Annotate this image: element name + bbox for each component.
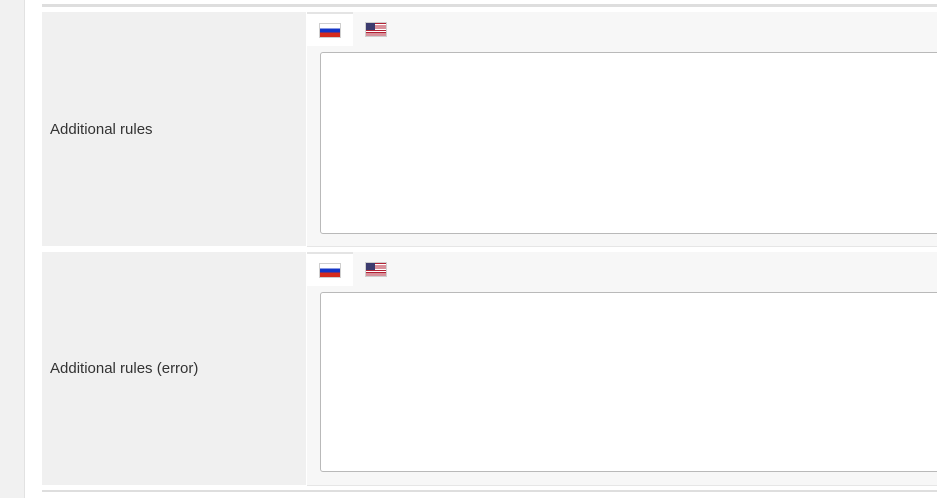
additional-rules-label: Additional rules: [42, 12, 306, 246]
additional-rules-editor[interactable]: [320, 52, 937, 234]
russia-flag-icon: [319, 22, 341, 38]
additional-rules-row: Additional rules: [42, 12, 937, 247]
bottom-divider: [42, 490, 937, 492]
russia-flag-icon: [319, 262, 341, 278]
additional-rules-error-field: [307, 252, 937, 486]
usa-flag-icon: [365, 261, 387, 277]
additional-rules-error-label: Additional rules (error): [42, 252, 306, 485]
tab-russian[interactable]: [307, 252, 353, 286]
additional-rules-error-editor[interactable]: [320, 292, 937, 472]
left-sidebar-gutter: [0, 0, 25, 498]
settings-panel: Additional rules Additional rules (error…: [42, 0, 937, 498]
tab-russian[interactable]: [307, 12, 353, 46]
language-tabs: [307, 252, 937, 286]
top-divider: [42, 4, 937, 7]
tab-english[interactable]: [353, 12, 399, 46]
additional-rules-field: [307, 12, 937, 247]
language-tabs: [307, 12, 937, 46]
additional-rules-error-row: Additional rules (error): [42, 252, 937, 486]
usa-flag-icon: [365, 21, 387, 37]
tab-english[interactable]: [353, 252, 399, 286]
